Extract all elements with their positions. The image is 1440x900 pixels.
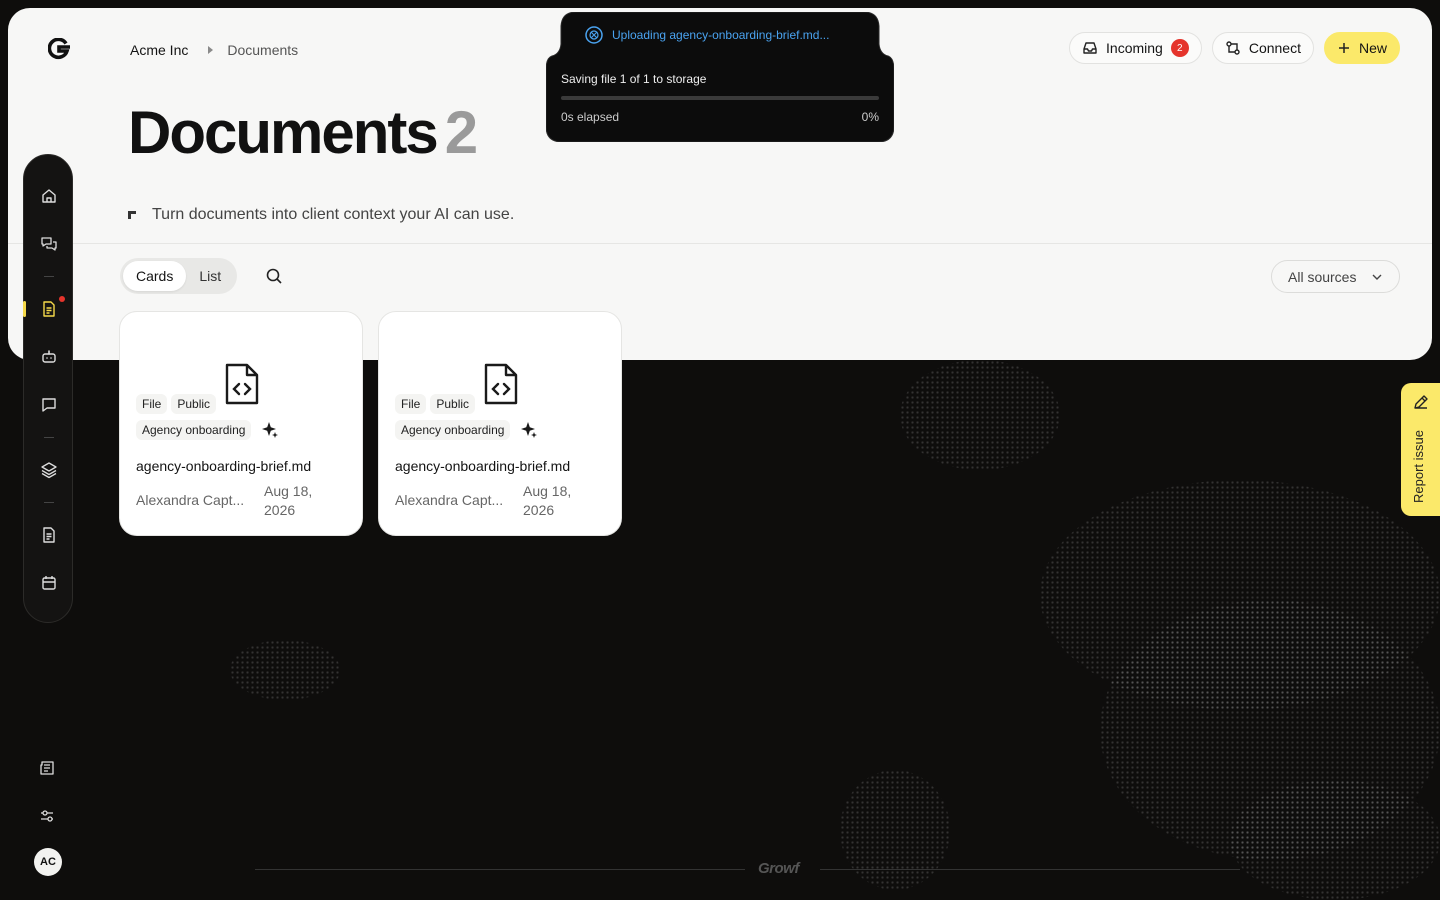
footer-divider	[255, 869, 745, 870]
connect-icon	[1226, 41, 1240, 55]
card-category-row: Agency onboarding	[395, 420, 538, 440]
type-tag: File	[395, 394, 427, 414]
sparkle-icon	[521, 422, 538, 438]
header-divider	[8, 243, 1432, 244]
home-icon[interactable]	[40, 187, 58, 205]
sidebar-divider	[44, 276, 54, 277]
card-category-row: Agency onboarding	[136, 420, 279, 440]
upload-spinner-icon	[585, 26, 603, 44]
page-icon[interactable]	[40, 526, 58, 544]
incoming-button[interactable]: Incoming 2	[1069, 32, 1202, 64]
footer-divider	[820, 869, 1240, 870]
upload-toast: Uploading agency-onboarding-brief.md... …	[546, 12, 894, 142]
source-filter-select[interactable]: All sources	[1271, 260, 1400, 293]
document-card[interactable]: File Public Agency onboarding agency-onb…	[378, 311, 622, 536]
document-author: Alexandra Capt...	[136, 492, 245, 508]
background-texture	[230, 640, 340, 700]
sidebar-divider	[44, 437, 54, 438]
upload-title: Uploading agency-onboarding-brief.md...	[612, 28, 830, 42]
top-actions: Incoming 2 Connect New	[1069, 32, 1400, 64]
background-texture	[900, 360, 1060, 470]
breadcrumb-current: Documents	[227, 42, 299, 58]
plus-icon	[1338, 43, 1349, 53]
upload-progress-bar	[561, 96, 879, 100]
document-date: Aug 18, 2026	[523, 483, 572, 518]
view-list-tab[interactable]: List	[186, 261, 234, 291]
type-tag: File	[136, 394, 168, 414]
report-issue-label: Report issue	[1411, 430, 1426, 503]
active-indicator	[23, 301, 26, 317]
document-count: 2	[444, 99, 478, 166]
search-icon[interactable]	[264, 266, 284, 286]
breadcrumb-root[interactable]: Acme Inc	[130, 42, 188, 58]
incoming-count-badge: 2	[1170, 39, 1189, 57]
background-texture	[1230, 780, 1440, 900]
notification-dot	[59, 296, 65, 302]
upload-message: Saving file 1 of 1 to storage	[561, 72, 707, 86]
documents-icon[interactable]	[40, 300, 58, 318]
subtitle-text: Turn documents into client context your …	[152, 206, 515, 223]
breadcrumb: Acme Inc Documents	[130, 42, 298, 58]
pencil-icon	[1414, 395, 1428, 409]
sidebar-nav	[23, 154, 73, 623]
news-icon[interactable]	[38, 759, 56, 777]
visibility-tag: Public	[430, 394, 476, 414]
visibility-tag: Public	[171, 394, 217, 414]
brand-logo[interactable]	[48, 38, 70, 60]
page-title-text: Documents	[128, 99, 439, 166]
bot-icon[interactable]	[40, 348, 58, 366]
chevron-down-icon	[1372, 274, 1382, 280]
card-tags: File Public	[136, 394, 286, 414]
layers-icon[interactable]	[40, 461, 58, 479]
calendar-icon[interactable]	[40, 574, 58, 592]
background-texture	[840, 770, 950, 890]
document-card[interactable]: File Public Agency onboarding agency-onb…	[119, 311, 363, 536]
upload-percent: 0%	[861, 110, 879, 124]
subtitle-bullet-icon	[128, 211, 136, 219]
new-button[interactable]: New	[1323, 32, 1400, 64]
page-title: Documents 2	[128, 98, 478, 167]
sidebar-divider	[44, 502, 54, 503]
source-filter-value: All sources	[1288, 268, 1357, 285]
document-filename: agency-onboarding-brief.md	[136, 458, 312, 474]
card-tags: File Public	[395, 394, 545, 414]
breadcrumb-separator-icon	[208, 46, 214, 54]
document-author: Alexandra Capt...	[395, 492, 504, 508]
category-tag: Agency onboarding	[395, 420, 511, 440]
connect-button[interactable]: Connect	[1211, 32, 1314, 64]
document-filename: agency-onboarding-brief.md	[395, 458, 571, 474]
report-issue-button[interactable]: Report issue	[1401, 383, 1440, 516]
page-subtitle: Turn documents into client context your …	[128, 206, 514, 224]
document-date: Aug 18, 2026	[264, 483, 313, 518]
incoming-label: Incoming	[1106, 40, 1163, 56]
settings-sliders-icon[interactable]	[38, 807, 56, 825]
inbox-icon	[1083, 42, 1097, 54]
new-label: New	[1358, 40, 1387, 56]
footer-brand: Growf	[758, 860, 799, 877]
category-tag: Agency onboarding	[136, 420, 252, 440]
message-icon[interactable]	[40, 396, 58, 414]
view-cards-tab[interactable]: Cards	[123, 261, 187, 291]
upload-elapsed: 0s elapsed	[561, 110, 620, 124]
connect-label: Connect	[1248, 40, 1301, 56]
chats-icon[interactable]	[40, 235, 58, 253]
sparkle-icon	[262, 422, 279, 438]
user-avatar[interactable]: AC	[34, 848, 62, 876]
view-toggle: Cards List	[120, 258, 238, 294]
